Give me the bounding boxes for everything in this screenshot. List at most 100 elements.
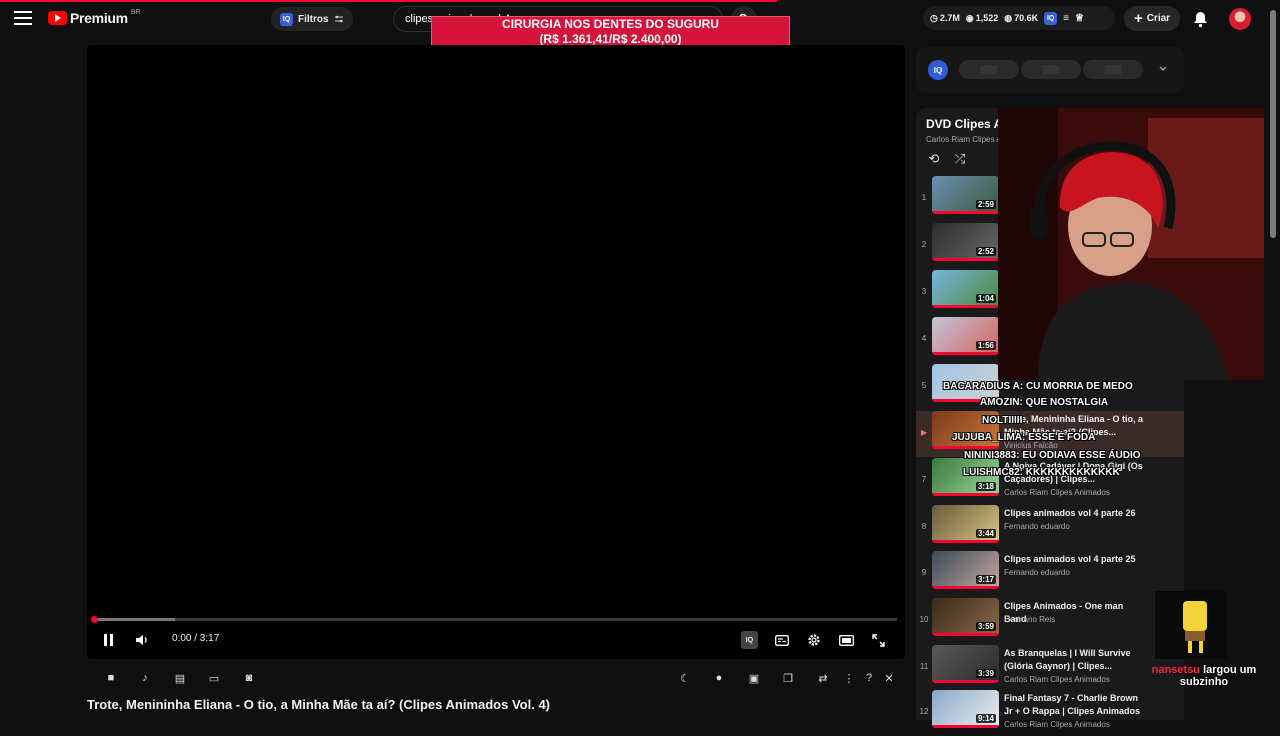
close-icon[interactable]: ✕ <box>881 670 897 686</box>
playlist-item[interactable]: 10 3:59 Clipes Animados - One man Band Herm… <box>916 598 1184 644</box>
playlist-item-channel[interactable]: Carlos Riam Clipes Animados <box>1004 720 1110 729</box>
watched-bar <box>932 680 999 683</box>
logo-text: Premium <box>70 10 128 26</box>
playlist-item-title[interactable]: Clipes animados vol 4 parte 26 <box>1004 507 1144 520</box>
playlist-item-number: 3 <box>921 287 927 296</box>
settings-button[interactable] <box>806 631 822 649</box>
subs-stat: ◍ 70.6K <box>1004 13 1038 24</box>
streamer-webcam <box>998 108 1264 380</box>
more-vert-icon[interactable]: ⋮ <box>841 670 857 686</box>
playlist-item-channel[interactable]: Hermano Reis <box>1004 615 1055 624</box>
loop-playlist-icon[interactable]: ⟲ <box>926 151 942 167</box>
music-note-icon[interactable]: ♪ <box>137 670 153 686</box>
list-icon[interactable]: ≡ <box>1063 13 1069 24</box>
playlist-item-thumbnail[interactable]: 3:44 <box>932 505 999 543</box>
miniplayer-icon[interactable]: ▣ <box>746 670 762 686</box>
iq-logo-icon[interactable]: IQ <box>928 60 948 80</box>
page-scrollbar[interactable] <box>1270 10 1276 238</box>
playlist-channel[interactable]: Carlos Riam Clipes Animados <box>926 135 998 144</box>
theater-icon <box>838 634 854 646</box>
user-avatar[interactable] <box>1229 8 1251 30</box>
screenshot-icon[interactable]: ◙ <box>241 670 257 686</box>
buffer-bar <box>95 618 175 621</box>
trophy-icon[interactable]: ♕ <box>1075 13 1084 24</box>
loop-icon[interactable]: ⇄ <box>815 670 831 686</box>
playlist-item[interactable]: 8 3:44 Clipes animados vol 4 parte 26 Ferna… <box>916 505 1184 551</box>
iq-icon: IQ <box>745 636 754 644</box>
popup-icon[interactable]: ❐ <box>780 670 796 686</box>
playlist-item-thumbnail[interactable]: 2:52 <box>932 223 999 261</box>
user-icon: ◍ <box>1004 12 1013 23</box>
playlist-item[interactable]: 9 3:17 Clipes animados vol 4 parte 25 Ferna… <box>916 551 1184 597</box>
chat-message: LUISHMC82: KKKKKKKKKKKKK <box>963 467 1120 478</box>
playlist-item-channel[interactable]: Carlos Riam Clipes Animados <box>1004 488 1110 497</box>
views-stat: ◷ 2.7M <box>930 13 960 24</box>
playlist-item-thumbnail[interactable]: 1:04 <box>932 270 999 308</box>
playlist-item-thumbnail[interactable]: 9:14 <box>932 690 999 728</box>
duration-badge: 3:18 <box>975 482 996 491</box>
lightbulb-icon[interactable]: ● <box>711 670 727 686</box>
playlist-item-channel[interactable]: Fernando eduardo <box>1004 568 1070 577</box>
watched-bar <box>932 352 999 355</box>
camera-video-icon[interactable]: ■ <box>103 670 119 686</box>
create-button[interactable]: + Criar <box>1124 6 1180 31</box>
playlist-item-thumbnail[interactable]: 2:59 <box>932 176 999 214</box>
playlist-item-number: 4 <box>921 334 927 343</box>
hamburger-menu-icon[interactable] <box>14 11 32 27</box>
chat-message: JUJUBA_LIMA: ESSE É FODA <box>952 432 1096 443</box>
extension-toolbar: ■ ♪ ▤ ▭ ◙ ☾ ● ▣ ❐ ⇄ ⋮ ? ✕ <box>100 670 900 686</box>
playlist-item-title[interactable]: Clipes animados vol 4 parte 25 <box>1004 553 1144 566</box>
playlist-item-number: 12 <box>919 707 929 716</box>
fullscreen-button[interactable] <box>870 631 886 649</box>
loading-bar <box>0 0 777 2</box>
iq-pill-2[interactable]: ▒▒▒ <box>1021 60 1081 79</box>
watched-bar <box>932 211 999 214</box>
likes-stat: ◉ 1,522 <box>966 13 998 24</box>
duration-badge: 9:14 <box>975 714 996 723</box>
chat-message: BACARADIUS A: CU MORRIA DE MEDO <box>943 381 1133 392</box>
playlist-item-number: 5 <box>921 381 927 390</box>
notifications-bell-icon[interactable] <box>1192 10 1209 28</box>
volume-button[interactable] <box>134 631 150 649</box>
moon-icon[interactable]: ☾ <box>677 670 693 686</box>
playlist-item-thumbnail[interactable]: 3:59 <box>932 598 999 636</box>
playlist-item-thumbnail[interactable]: 3:39 <box>932 645 999 683</box>
iq-pill-3[interactable]: ▒▒▒ <box>1083 60 1143 79</box>
duration-badge: 2:59 <box>975 200 996 209</box>
playlist-item-channel[interactable]: Fernando eduardo <box>1004 522 1070 531</box>
playlist-item-thumbnail[interactable]: 1:56 <box>932 317 999 355</box>
watched-bar <box>932 633 999 636</box>
theater-mode-button[interactable] <box>838 631 854 649</box>
playlist-item-thumbnail[interactable]: 3:17 <box>932 551 999 589</box>
watched-bar <box>932 540 999 543</box>
subtitles-button[interactable] <box>774 631 790 649</box>
gallery-icon[interactable]: ▤ <box>172 670 188 686</box>
duration-badge: 1:04 <box>975 294 996 303</box>
iq-icon[interactable]: IQ <box>1044 11 1058 25</box>
scrubber-handle[interactable] <box>91 616 98 623</box>
pause-icon <box>103 634 113 646</box>
video-player[interactable] <box>87 45 905 659</box>
youtube-logo[interactable]: Premium BR <box>48 8 141 26</box>
views-count: 2.7M <box>939 13 960 23</box>
iq-pill-1[interactable]: ▒▒▒ <box>959 60 1019 79</box>
shuffle-icon[interactable]: ⤮ <box>952 151 968 167</box>
chevron-down-icon[interactable] <box>1159 66 1167 72</box>
captions-icon[interactable]: ▭ <box>206 670 222 686</box>
help-icon[interactable]: ? <box>861 670 877 686</box>
playlist-item-title[interactable]: As Branquelas | I Will Survive (Glória G… <box>1004 647 1144 673</box>
logo-region: BR <box>130 8 141 16</box>
watched-bar <box>932 725 999 728</box>
filters-button[interactable]: IQ Filtros <box>271 7 353 31</box>
iq-icon: IQ <box>280 12 293 26</box>
playlist-item-channel[interactable]: Carlos Riam Clipes Animados <box>1004 675 1110 684</box>
playlist-item[interactable]: 7 3:18 A Noiva Cadáver | Dona Gigi (Os Caç… <box>916 458 1184 504</box>
iq-player-button[interactable]: IQ <box>741 631 758 649</box>
playlist-item-title[interactable]: Final Fantasy 7 - Charlie Brown Jr + O R… <box>1004 692 1144 718</box>
pause-button[interactable] <box>101 631 115 649</box>
playlist-item-number: 11 <box>919 662 929 671</box>
duration-badge: 2:52 <box>975 247 996 256</box>
progress-bar[interactable] <box>91 616 897 623</box>
playlist-item[interactable]: 12 9:14 Final Fantasy 7 - Charlie Brown Jr… <box>916 690 1184 736</box>
playlist-title[interactable]: DVD Clipes Animados Vol. 4 <box>926 117 998 131</box>
